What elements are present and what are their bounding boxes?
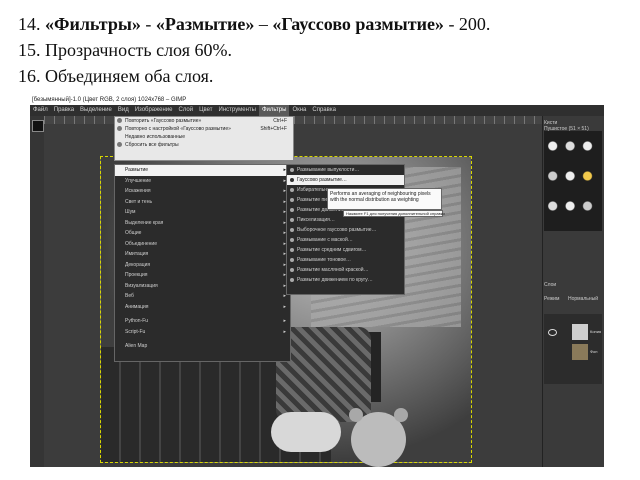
filter-icon — [290, 258, 294, 262]
submenu-arrow-icon: ▸ — [283, 303, 286, 310]
filter-icon — [290, 208, 294, 212]
tool-preview-icon[interactable] — [32, 120, 44, 132]
filters-menu-top: Повторить «Гауссово размытие» Ctrl+F Повт… — [114, 116, 294, 161]
filters-web-item[interactable]: Веб ▸ — [115, 291, 290, 302]
reset-filters-item[interactable]: Сбросить все фильтры — [115, 141, 293, 149]
instruction-line-14: 14. «Фильтры» - «Размытие» – «Гауссово р… — [18, 13, 490, 35]
repeat-icon — [117, 118, 122, 123]
filters-light-shadow-item[interactable]: Свет и тень ▸ — [115, 197, 290, 208]
filters-alien-map-item[interactable]: Alien Map — [115, 341, 290, 352]
toolbox — [30, 116, 44, 467]
layers-panel-title: Слои — [544, 282, 557, 288]
filters-generic-item[interactable]: Общие ▸ — [115, 228, 290, 239]
window-title: [безымянный]-1.0 (Цвет RGB, 2 слоя) 1024… — [30, 96, 604, 105]
filters-edge-detect-item[interactable]: Выделение края ▸ — [115, 218, 290, 229]
separator: - — [140, 14, 156, 34]
filters-script-fu-item[interactable]: Script-Fu ▸ — [115, 327, 290, 338]
menu-filters[interactable]: Фильтры — [258, 105, 290, 116]
filter-icon — [290, 248, 294, 252]
filter-icon — [290, 178, 294, 182]
filters-render-item[interactable]: Визуализация ▸ — [115, 281, 290, 292]
reshow-icon — [117, 126, 122, 131]
filter-icon — [290, 238, 294, 242]
menu-blur-ref: «Размытие» — [155, 14, 255, 34]
menubar: Файл Правка Выделение Вид Изображение Слой Цве… — [30, 105, 604, 116]
filters-category-menu: Размытие ▸ Улучшение ▸ Искажения ▸ Свет и т… — [114, 164, 291, 362]
gaussian-tooltip: Performs an averaging of neighbouring pi… — [327, 188, 442, 210]
eye-icon[interactable] — [548, 329, 557, 336]
layer-mode-select[interactable]: Нормальный — [568, 296, 598, 302]
filter-icon — [290, 188, 294, 192]
filter-icon — [290, 218, 294, 222]
blur-item-8[interactable]: Размытие средним сдвигом… — [287, 245, 404, 255]
menu-filters-ref: «Фильтры» — [45, 14, 141, 34]
reshow-filter-item[interactable]: Повторно с настройкой «Гауссово размытие… — [115, 125, 293, 133]
menu-windows[interactable]: Окна — [289, 105, 309, 116]
menu-gauss-ref: «Гауссово размытие» — [272, 14, 444, 34]
recent-filters-item[interactable]: Недавно использованные — [115, 133, 293, 141]
layer-row[interactable]: Фон — [546, 344, 600, 360]
blur-submenu: Размывание выпуклости… Гауссово размытие… — [286, 164, 405, 295]
menu-tools[interactable]: Инструменты — [216, 105, 259, 116]
step-number: 14. — [18, 14, 41, 34]
filters-python-fu-item[interactable]: Python-Fu ▸ — [115, 316, 290, 327]
filter-icon — [290, 228, 294, 232]
gimp-screenshot: [безымянный]-1.0 (Цвет RGB, 2 слоя) 1024… — [30, 96, 604, 467]
doll-legs-shape — [271, 412, 341, 452]
layers-list: Копия Фон — [544, 314, 602, 384]
filters-artistic-item[interactable]: Имитация ▸ — [115, 249, 290, 260]
filter-icon — [290, 198, 294, 202]
filter-icon — [290, 168, 294, 172]
teddy-bear-shape — [349, 408, 408, 467]
filters-blur-item[interactable]: Размытие ▸ — [115, 165, 290, 176]
instruction-line-16: 16. Объединяем оба слоя. — [18, 66, 214, 86]
gaussian-blur-item[interactable]: Гауссово размытие… — [287, 175, 404, 185]
blur-item-9[interactable]: Размывание тоновое… — [287, 255, 404, 265]
filter-icon — [290, 268, 294, 272]
filters-noise-item[interactable]: Шум ▸ — [115, 207, 290, 218]
blur-item-7[interactable]: Размывание с маской… — [287, 235, 404, 245]
blur-item-10[interactable]: Размытие масляной краской… — [287, 265, 404, 275]
layer-thumbnail — [572, 324, 588, 340]
filters-decor-item[interactable]: Декорация ▸ — [115, 260, 290, 271]
filter-icon — [290, 278, 294, 282]
repeat-filter-item[interactable]: Повторить «Гауссово размытие» Ctrl+F — [115, 117, 293, 125]
submenu-arrow-icon: ▸ — [283, 328, 286, 335]
blur-item-0[interactable]: Размывание выпуклости… — [287, 165, 404, 175]
menu-help[interactable]: Справка — [309, 105, 339, 116]
menu-select[interactable]: Выделение — [77, 105, 115, 116]
layer-row[interactable]: Копия — [546, 324, 602, 340]
layer-name: Копия — [590, 329, 602, 334]
blur-item-6[interactable]: Выборочное гауссово размытие… — [287, 225, 404, 235]
filters-distorts-item[interactable]: Искажения ▸ — [115, 186, 290, 197]
separator: – — [254, 14, 273, 34]
bear-ear-right — [394, 408, 408, 422]
bear-ear-left — [349, 408, 363, 422]
instruction-line-15: 15. Прозрачность слоя 60%. — [18, 40, 232, 60]
menu-view[interactable]: Вид — [115, 105, 132, 116]
menu-file[interactable]: Файл — [30, 105, 51, 116]
filters-enhance-item[interactable]: Улучшение ▸ — [115, 176, 290, 187]
blur-item-11[interactable]: Размытие движением по кругу… — [287, 275, 404, 285]
menu-image[interactable]: Изображение — [132, 105, 176, 116]
filters-combine-item[interactable]: Объединение ▸ — [115, 239, 290, 250]
help-hint: Нажмите F1 для получения дополнительной … — [343, 210, 445, 217]
brushes-grid[interactable] — [544, 131, 602, 231]
reset-icon — [117, 142, 122, 147]
filters-map-item[interactable]: Проекция ▸ — [115, 270, 290, 281]
filters-animation-item[interactable]: Анимация ▸ — [115, 302, 290, 313]
layer-thumbnail — [572, 344, 588, 360]
layer-name: Фон — [590, 349, 598, 354]
layer-mode-label: Режим — [544, 296, 560, 302]
submenu-arrow-icon: ▸ — [283, 318, 286, 324]
menu-color[interactable]: Цвет — [196, 105, 215, 116]
blur-value: - 200. — [443, 14, 491, 34]
menu-edit[interactable]: Правка — [51, 105, 77, 116]
menu-layer[interactable]: Слой — [176, 105, 197, 116]
